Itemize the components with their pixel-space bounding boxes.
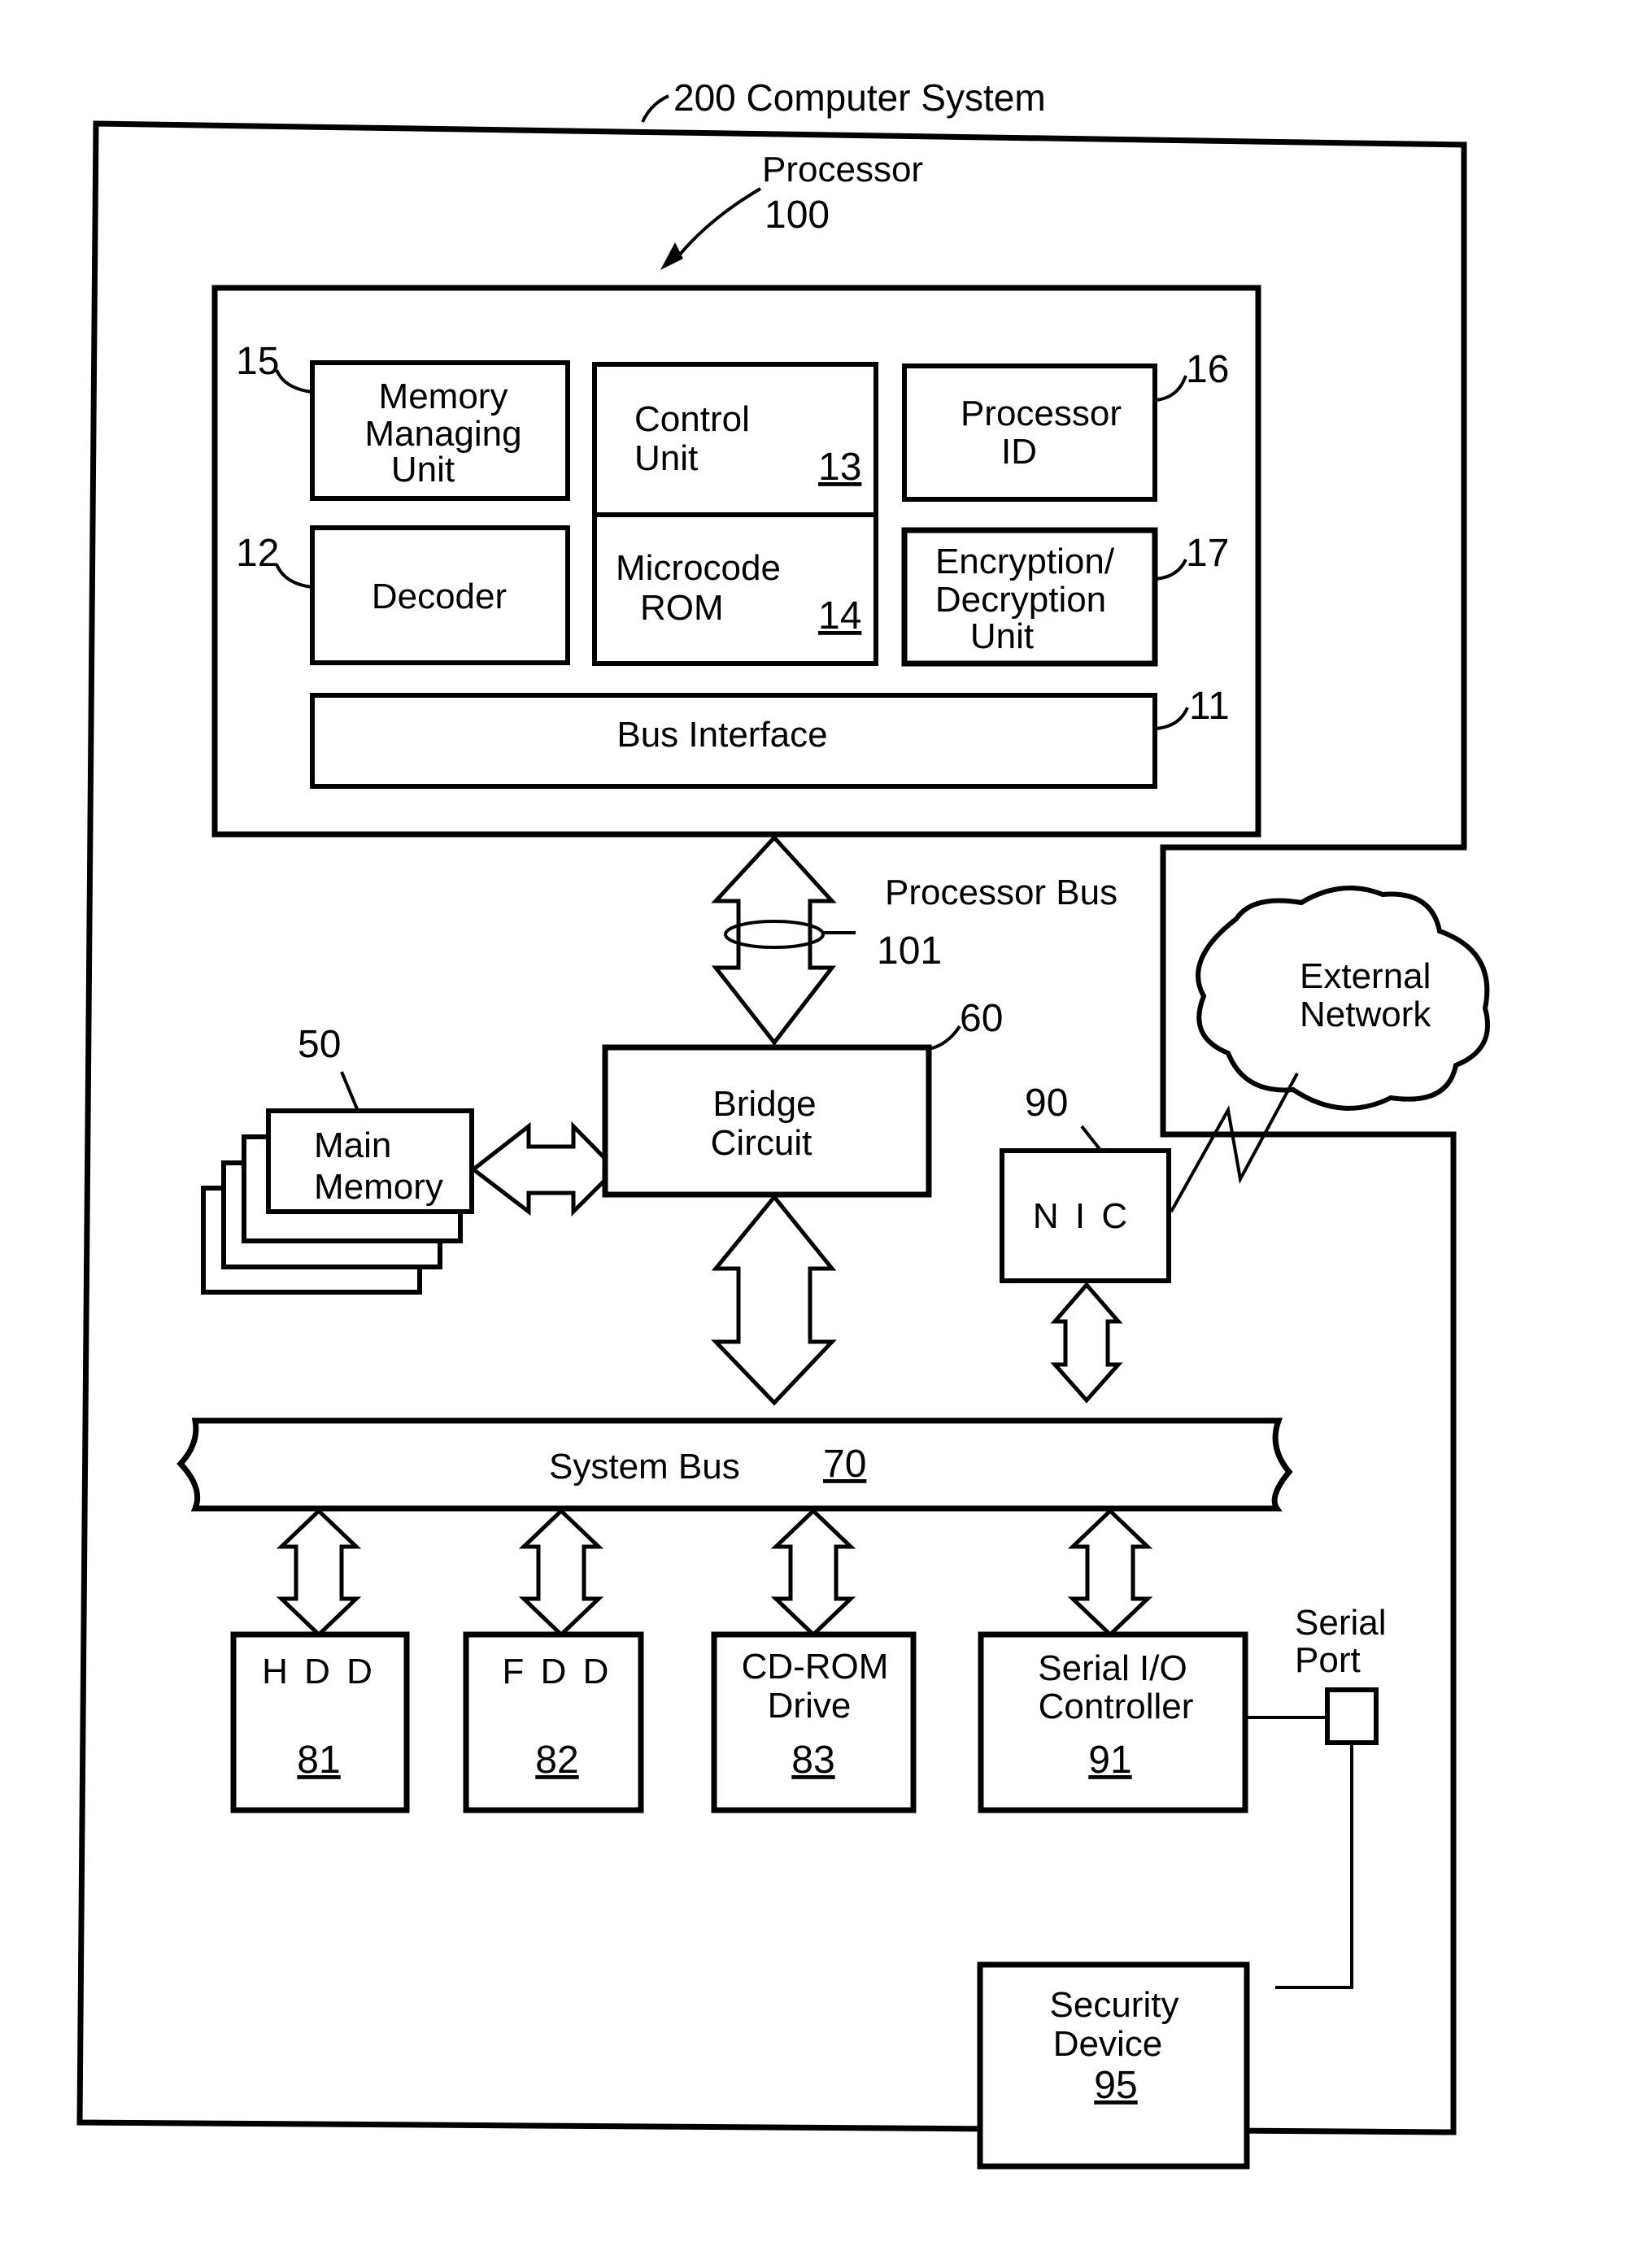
processor-id-ref: 16 — [1186, 348, 1229, 391]
nic-ref: 90 — [1025, 1082, 1068, 1125]
svg-text:ID: ID — [1001, 432, 1037, 472]
device-serial-io-controller: Serial I/O Controller 91 — [978, 1631, 1248, 1813]
svg-text:Decryption: Decryption — [935, 580, 1106, 620]
system-bus-ref: 70 — [823, 1443, 866, 1486]
processor-label: Processor — [762, 150, 923, 189]
svg-text:Unit: Unit — [391, 450, 455, 490]
serial-io-arrow — [1067, 1508, 1153, 1638]
decoder-ref: 12 — [236, 532, 279, 575]
fdd-arrow — [518, 1508, 604, 1638]
svg-text:Controller: Controller — [1039, 1687, 1194, 1726]
svg-text:N I C: N I C — [1033, 1196, 1131, 1236]
svg-text:Security: Security — [1050, 1985, 1179, 2025]
svg-text:Main: Main — [314, 1125, 391, 1165]
svg-text:14: 14 — [818, 594, 861, 638]
hdd-arrow — [276, 1508, 362, 1638]
serial-port — [1325, 1687, 1379, 1745]
system-ref-leader — [641, 94, 669, 123]
svg-text:Control: Control — [634, 399, 750, 439]
processor-bus-label: Processor Bus — [885, 873, 1117, 912]
svg-text:Decoder: Decoder — [372, 577, 507, 616]
cdrom-arrow — [770, 1508, 856, 1638]
system-ref: 200 Computer System — [673, 76, 1046, 119]
microcode-rom: Microcode ROM 14 — [592, 512, 878, 666]
bridge-ref: 60 — [960, 997, 1003, 1040]
svg-text:95: 95 — [1094, 2064, 1137, 2107]
serial-port-label-line1: Serial — [1295, 1603, 1387, 1643]
svg-text:Device: Device — [1053, 2024, 1163, 2064]
external-network-label-line1: External — [1300, 956, 1431, 996]
processor-id: Processor ID — [902, 363, 1157, 502]
encryption-unit-ref: 17 — [1186, 532, 1229, 575]
bus-interface-ref: 11 — [1189, 685, 1230, 728]
mmu-ref: 15 — [236, 340, 279, 383]
svg-text:83: 83 — [791, 1739, 834, 1782]
processor-ref-leader — [673, 187, 762, 262]
svg-text:Memory: Memory — [314, 1167, 443, 1207]
computer-system-diagram: 200 Computer System Processor 100 Memory… — [76, 76, 1491, 2170]
svg-text:CD-ROM: CD-ROM — [742, 1647, 889, 1687]
svg-text:Microcode: Microcode — [616, 548, 781, 588]
svg-text:Memory: Memory — [379, 377, 508, 416]
memory-managing-unit: Memory Managing Unit — [310, 360, 570, 501]
processor-ref-arrowhead — [660, 242, 683, 270]
device-fdd: F D D 82 — [463, 1631, 644, 1813]
processor-ref: 100 — [765, 194, 830, 237]
svg-text:Encryption/: Encryption/ — [935, 542, 1115, 581]
svg-text:Processor: Processor — [961, 394, 1122, 433]
serial-port-label-line2: Port — [1295, 1640, 1361, 1680]
svg-text:Circuit: Circuit — [711, 1123, 812, 1163]
svg-text:Bridge: Bridge — [712, 1084, 816, 1124]
main-memory-ref: 50 — [298, 1023, 341, 1066]
bridge-circuit: Bridge Circuit — [602, 1044, 932, 1198]
control-unit: Control Unit 13 — [592, 362, 878, 517]
svg-text:Managing: Managing — [364, 414, 521, 454]
svg-text:Unit: Unit — [634, 438, 698, 478]
device-cdrom: CD-ROM Drive 83 — [711, 1631, 917, 1813]
svg-text:91: 91 — [1088, 1739, 1131, 1782]
svg-text:Drive: Drive — [768, 1686, 852, 1726]
serial-port-security-link — [1275, 1743, 1353, 1989]
security-device: Security Device 95 — [977, 1961, 1250, 2170]
encryption-decryption-unit: Encryption/ Decryption Unit — [901, 527, 1158, 667]
bridge-system-bus-arrow — [711, 1194, 837, 1406]
nic-system-bus-arrow — [1050, 1282, 1123, 1404]
svg-text:13: 13 — [818, 446, 861, 489]
system-bus-label: System Bus — [549, 1447, 740, 1487]
bridge-ref-leader — [928, 1025, 961, 1051]
svg-text:Unit: Unit — [970, 616, 1034, 656]
svg-text:82: 82 — [535, 1739, 578, 1782]
main-memory-ref-leader — [340, 1071, 359, 1112]
memory-bridge-arrow — [469, 1121, 619, 1217]
decoder: Decoder — [310, 525, 570, 665]
nic: N I C — [1000, 1148, 1171, 1283]
device-hdd: H D D 81 — [230, 1631, 410, 1813]
nic-network-link — [1170, 1073, 1299, 1212]
svg-text:Bus Interface: Bus Interface — [616, 715, 827, 755]
svg-text:H D D: H D D — [262, 1652, 376, 1691]
svg-text:81: 81 — [297, 1739, 340, 1782]
bus-interface: Bus Interface — [310, 693, 1157, 789]
svg-text:F D D: F D D — [503, 1652, 612, 1691]
device-arrows — [276, 1508, 1153, 1638]
nic-ref-leader — [1080, 1125, 1101, 1151]
processor-bus-ref: 101 — [877, 929, 942, 973]
main-memory: Main Memory — [266, 1108, 474, 1214]
svg-text:Serial I/O: Serial I/O — [1038, 1648, 1187, 1688]
external-network-label-line2: Network — [1300, 995, 1431, 1034]
svg-text:ROM: ROM — [640, 588, 724, 628]
